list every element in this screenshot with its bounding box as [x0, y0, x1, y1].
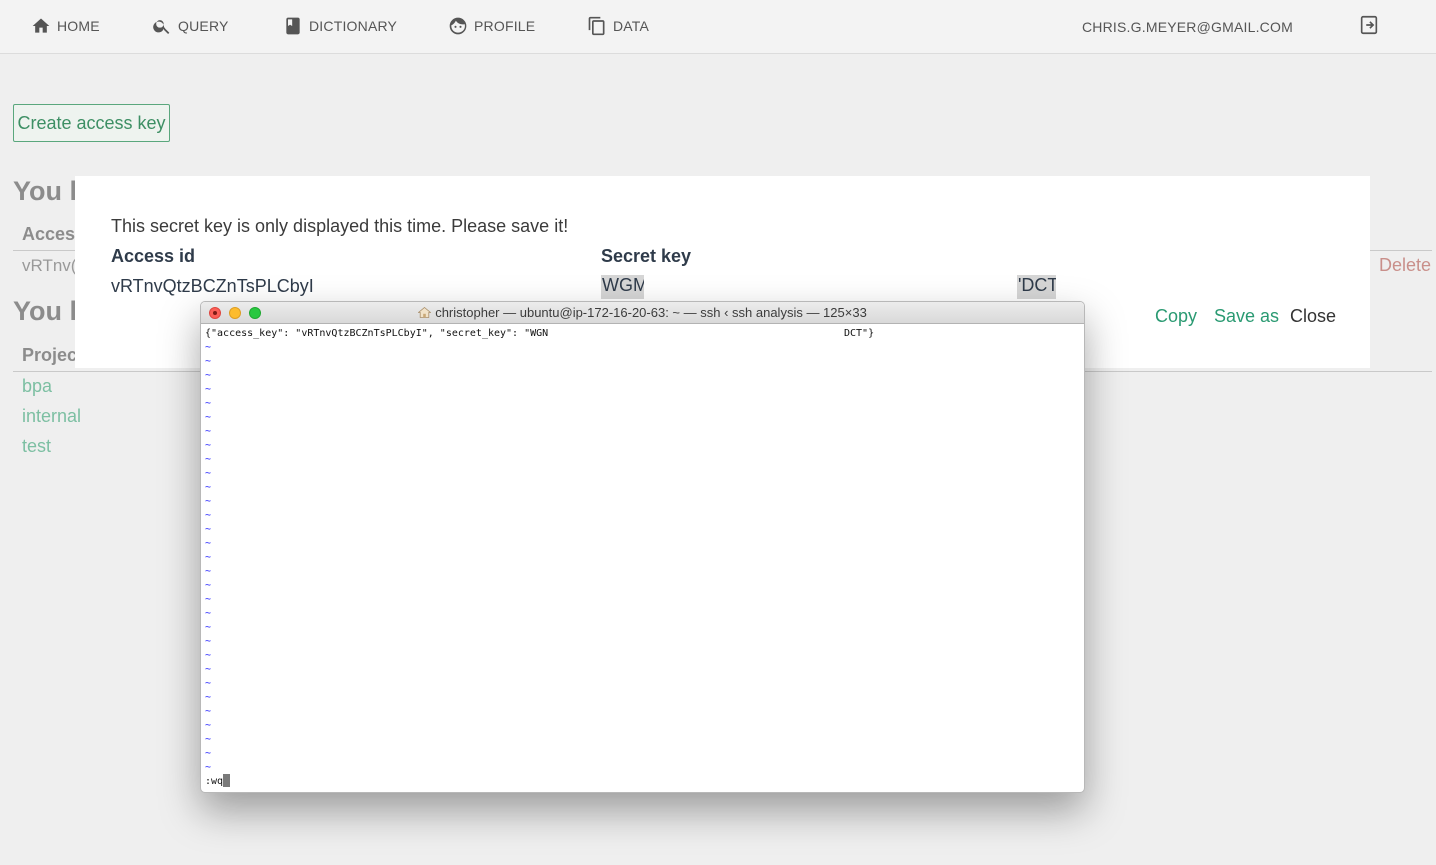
vim-empty-line-tilde: ~	[205, 664, 212, 675]
vim-empty-line-tilde: ~	[205, 370, 212, 381]
secret-key-value-start[interactable]: WGM	[601, 275, 644, 299]
home-icon	[32, 18, 50, 33]
logout-button[interactable]	[1358, 14, 1380, 36]
vim-empty-line-tilde: ~	[205, 356, 212, 367]
vim-empty-line-tilde: ~	[205, 622, 212, 633]
nav-profile-label: PROFILE	[474, 18, 536, 34]
vim-empty-line-tilde: ~	[205, 580, 212, 591]
nav-home[interactable]: HOME	[31, 13, 100, 39]
vim-empty-line-tilde: ~	[205, 720, 212, 731]
vim-empty-line-tilde: ~	[205, 594, 212, 605]
top-nav: HOME QUERY DICTIONARY PROFILE DATA CHRIS…	[0, 0, 1436, 54]
vim-empty-line-tilde: ~	[205, 412, 212, 423]
nav-dictionary[interactable]: DICTIONARY	[283, 13, 397, 39]
face-icon	[449, 17, 467, 35]
copy-icon	[588, 16, 605, 36]
redacted-region	[602, 327, 846, 341]
nav-profile[interactable]: PROFILE	[448, 13, 535, 39]
access-key-row-id: vRTnv(	[22, 256, 77, 275]
vim-empty-line-tilde: ~	[205, 636, 212, 647]
nav-data-label: DATA	[613, 18, 650, 34]
vim-empty-line-tilde: ~	[205, 552, 212, 563]
access-id-header: Access id	[111, 246, 196, 266]
vim-empty-line-tilde: ~	[205, 468, 212, 479]
vim-command-line[interactable]: :wq	[205, 774, 231, 787]
vim-empty-line-tilde: ~	[205, 454, 212, 465]
project-column-header: Projec	[22, 345, 78, 365]
vim-empty-line-tilde: ~	[205, 538, 212, 549]
modal-message: This secret key is only displayed this t…	[111, 216, 569, 236]
create-access-key-button[interactable]: Create access key	[13, 104, 170, 142]
json-output-end: DCT"}	[844, 328, 875, 339]
nav-query[interactable]: QUERY	[152, 13, 229, 39]
home-folder-icon	[418, 307, 432, 318]
nav-home-label: HOME	[57, 18, 100, 34]
terminal-json-line: {"access_key": "vRTnvQtzBCZnTsPLCbyI", "…	[205, 327, 1080, 341]
close-button[interactable]: Close	[1290, 306, 1336, 327]
user-email[interactable]: CHRIS.G.MEYER@GMAIL.COM	[1082, 19, 1293, 35]
project-link-test[interactable]: test	[22, 436, 51, 457]
vim-empty-line-tilde: ~	[205, 342, 212, 353]
nav-dictionary-label: DICTIONARY	[309, 18, 398, 34]
save-as-button[interactable]: Save as	[1214, 306, 1279, 327]
vim-empty-line-tilde: ~	[205, 398, 212, 409]
vim-empty-line-tilde: ~	[205, 384, 212, 395]
project-link-internal[interactable]: internal	[22, 406, 81, 427]
vim-empty-line-tilde: ~	[205, 748, 212, 759]
vim-empty-line-tilde: ~	[205, 608, 212, 619]
book-icon	[286, 17, 300, 35]
vim-empty-line-tilde: ~	[205, 762, 212, 773]
terminal-title: christopher — ubuntu@ip-172-16-20-63: ~ …	[201, 305, 1084, 320]
search-icon	[153, 20, 170, 34]
vim-empty-line-tilde: ~	[205, 524, 212, 535]
vim-empty-line-tilde: ~	[205, 650, 212, 661]
text-cursor	[223, 774, 231, 787]
vim-empty-line-tilde: ~	[205, 510, 212, 521]
vim-command: :wq	[205, 776, 224, 787]
terminal-titlebar[interactable]: christopher — ubuntu@ip-172-16-20-63: ~ …	[201, 302, 1084, 324]
secret-key-value-end[interactable]: 'DCT	[1017, 275, 1056, 299]
vim-empty-line-tilde: ~	[205, 706, 212, 717]
logout-icon	[1360, 15, 1378, 35]
nav-query-label: QUERY	[178, 18, 229, 34]
terminal-title-text: christopher — ubuntu@ip-172-16-20-63: ~ …	[435, 305, 867, 320]
terminal-window[interactable]: christopher — ubuntu@ip-172-16-20-63: ~ …	[200, 301, 1085, 793]
vim-empty-line-tilde: ~	[205, 566, 212, 577]
vim-empty-line-tilde: ~	[205, 678, 212, 689]
nav-data[interactable]: DATA	[587, 13, 649, 39]
vim-empty-line-tilde: ~	[205, 426, 212, 437]
vim-empty-line-tilde: ~	[205, 440, 212, 451]
vim-empty-line-tilde: ~	[205, 496, 212, 507]
copy-button[interactable]: Copy	[1155, 306, 1197, 327]
delete-key-button[interactable]: Delete	[1379, 255, 1431, 276]
vim-empty-line-tilde: ~	[205, 734, 212, 745]
secret-key-header: Secret key	[601, 246, 692, 266]
vim-empty-line-tilde: ~	[205, 692, 212, 703]
terminal-content[interactable]: {"access_key": "vRTnvQtzBCZnTsPLCbyI", "…	[205, 327, 1080, 789]
project-link-bpa[interactable]: bpa	[22, 376, 52, 397]
access-id-value[interactable]: vRTnvQtzBCZnTsPLCbyI	[111, 276, 314, 297]
json-output-start: {"access_key": "vRTnvQtzBCZnTsPLCbyI", "…	[205, 328, 549, 339]
vim-empty-line-tilde: ~	[205, 482, 212, 493]
